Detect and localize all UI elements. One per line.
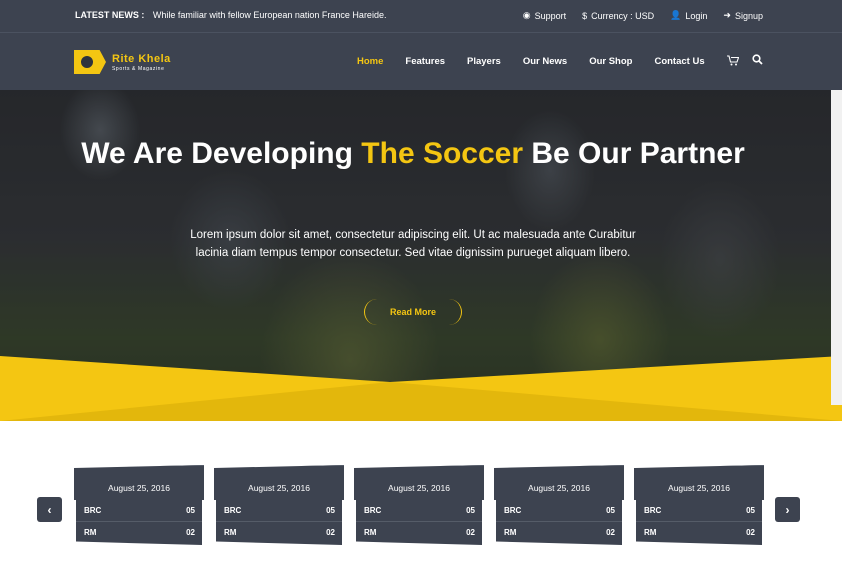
match-row-team2: RM 02 bbox=[496, 522, 622, 545]
globe-icon: ◉ bbox=[522, 10, 531, 20]
match-date: August 25, 2016 bbox=[248, 483, 310, 493]
team-score: 02 bbox=[746, 528, 755, 537]
nav-contact-us[interactable]: Contact Us bbox=[654, 56, 704, 67]
hero-text: Lorem ipsum dolor sit amet, consectetur … bbox=[190, 229, 636, 259]
latest-news-label: LATEST NEWS : bbox=[75, 10, 145, 20]
team-score: 02 bbox=[186, 528, 195, 537]
team-score: 05 bbox=[466, 506, 475, 515]
team-name: BRC bbox=[224, 506, 242, 515]
team-score: 02 bbox=[466, 528, 475, 537]
match-card[interactable]: August 25, 2016 BRC 05 RM 02 bbox=[494, 465, 624, 555]
nav-our-shop[interactable]: Our Shop bbox=[589, 56, 632, 67]
match-row-team2: RM 02 bbox=[76, 522, 202, 545]
match-card[interactable]: August 25, 2016 BRC 05 RM 02 bbox=[74, 465, 204, 555]
hero-banner: We Are Developing The Soccer Be Our Part… bbox=[0, 90, 842, 421]
match-row-team2: RM 02 bbox=[216, 522, 342, 545]
team-name: BRC bbox=[84, 506, 102, 515]
currency-label: Currency : USD bbox=[591, 10, 655, 21]
brand-tagline: Sports & Magazine bbox=[112, 65, 165, 72]
brand-name: Rite Khela bbox=[112, 52, 171, 65]
search-icon[interactable] bbox=[752, 54, 763, 68]
match-card[interactable]: August 25, 2016 BRC 05 RM 02 bbox=[634, 465, 764, 555]
currency-link[interactable]: $ Currency : USD bbox=[582, 11, 654, 21]
chevron-left-icon: ‹ bbox=[47, 502, 52, 517]
scrollbar[interactable] bbox=[831, 90, 842, 405]
match-row-team1: BRC 05 bbox=[636, 500, 762, 522]
team-name: RM bbox=[504, 528, 517, 537]
team-score: 05 bbox=[186, 506, 195, 515]
cart-icon[interactable] bbox=[727, 55, 740, 69]
login-link[interactable]: 👤 Login bbox=[670, 10, 707, 21]
support-label: Support bbox=[534, 10, 567, 21]
next-arrow-button[interactable]: › bbox=[775, 497, 800, 522]
match-row-team2: RM 02 bbox=[356, 522, 482, 545]
match-card[interactable]: August 25, 2016 BRC 05 RM 02 bbox=[214, 465, 344, 555]
soccer-ball-icon bbox=[74, 50, 106, 74]
hero-title-end: Be Our Partner bbox=[523, 137, 745, 170]
site-logo[interactable]: Rite Khela Sports & Magazine bbox=[74, 50, 171, 74]
top-bar: LATEST NEWS : While familiar with fellow… bbox=[0, 0, 842, 32]
main-navbar: Rite Khela Sports & Magazine Home Featur… bbox=[0, 32, 842, 90]
team-name: RM bbox=[84, 528, 97, 537]
match-card-header: August 25, 2016 bbox=[74, 465, 204, 500]
top-links: ◉ Support $ Currency : USD 👤 Login ➜ Sig… bbox=[523, 10, 763, 21]
team-name: BRC bbox=[364, 506, 382, 515]
signup-label: Signup bbox=[734, 10, 763, 21]
hero-title-highlight: The Soccer bbox=[361, 137, 524, 170]
match-row-team1: BRC 05 bbox=[76, 500, 202, 522]
nav-our-news[interactable]: Our News bbox=[523, 56, 567, 67]
chevron-right-icon: › bbox=[785, 502, 790, 517]
team-name: BRC bbox=[644, 506, 662, 515]
match-card-header: August 25, 2016 bbox=[494, 465, 624, 500]
signin-icon: ➜ bbox=[723, 10, 731, 20]
hero-title: We Are Developing The Soccer Be Our Part… bbox=[0, 135, 826, 172]
match-row-team1: BRC 05 bbox=[496, 500, 622, 522]
match-card[interactable]: August 25, 2016 BRC 05 RM 02 bbox=[354, 465, 484, 555]
latest-news-ticker[interactable]: LATEST NEWS : While familiar with fellow… bbox=[75, 10, 386, 20]
nav-features[interactable]: Features bbox=[405, 56, 445, 67]
support-link[interactable]: ◉ Support bbox=[523, 10, 566, 21]
team-name: RM bbox=[364, 528, 377, 537]
team-score: 05 bbox=[326, 506, 335, 515]
match-date: August 25, 2016 bbox=[668, 483, 730, 493]
nav-home[interactable]: Home bbox=[357, 56, 383, 67]
match-row-team1: BRC 05 bbox=[356, 500, 482, 522]
team-score: 05 bbox=[606, 506, 615, 515]
match-card-header: August 25, 2016 bbox=[634, 465, 764, 500]
signup-link[interactable]: ➜ Signup bbox=[723, 10, 763, 21]
match-card-header: August 25, 2016 bbox=[354, 465, 484, 500]
main-menu: Home Features Players Our News Our Shop … bbox=[357, 56, 727, 67]
logo-text: Rite Khela Sports & Magazine bbox=[112, 53, 171, 72]
team-score: 02 bbox=[606, 528, 615, 537]
team-score: 05 bbox=[746, 506, 755, 515]
login-label: Login bbox=[685, 10, 708, 21]
prev-arrow-button[interactable]: ‹ bbox=[37, 497, 62, 522]
dollar-icon: $ bbox=[582, 10, 588, 21]
team-name: RM bbox=[644, 528, 657, 537]
match-row-team2: RM 02 bbox=[636, 522, 762, 545]
match-row-team1: BRC 05 bbox=[216, 500, 342, 522]
match-card-header: August 25, 2016 bbox=[214, 465, 344, 500]
team-name: BRC bbox=[504, 506, 522, 515]
match-date: August 25, 2016 bbox=[388, 483, 450, 493]
hero-title-start: We Are Developing bbox=[81, 137, 362, 170]
match-date: August 25, 2016 bbox=[108, 483, 170, 493]
read-more-button[interactable]: Read More bbox=[364, 299, 462, 325]
team-score: 02 bbox=[326, 528, 335, 537]
match-date: August 25, 2016 bbox=[528, 483, 590, 493]
latest-news-text[interactable]: While familiar with fellow European nati… bbox=[153, 10, 387, 20]
user-icon: 👤 bbox=[670, 10, 682, 20]
nav-players[interactable]: Players bbox=[467, 56, 501, 67]
team-name: RM bbox=[224, 528, 237, 537]
